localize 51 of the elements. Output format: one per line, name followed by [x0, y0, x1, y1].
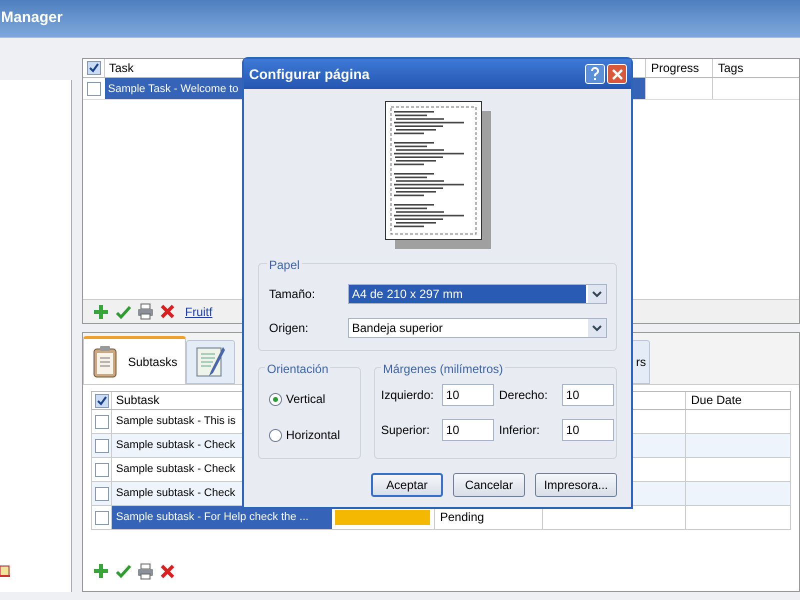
- link[interactable]: Fruitf: [185, 302, 212, 320]
- plus-icon: [93, 563, 109, 579]
- dialog-button[interactable]: Cancelar: [452, 473, 525, 497]
- field-label: Superior:: [381, 422, 431, 439]
- margin-field[interactable]: 10: [562, 384, 614, 406]
- field-label: Izquierdo:: [381, 387, 435, 404]
- calendar-icon: [0, 564, 10, 578]
- margin-field[interactable]: 10: [442, 384, 494, 406]
- size-dropdown[interactable]: A4 de 210 x 297 mm: [348, 284, 607, 304]
- help-button[interactable]: [585, 64, 605, 84]
- dialog-button[interactable]: Aceptar: [370, 473, 443, 497]
- column-header[interactable]: Progress: [645, 59, 712, 77]
- checkbox[interactable]: [94, 510, 108, 524]
- plus-icon: [93, 304, 109, 320]
- field-label: Origen:: [269, 320, 310, 337]
- table-cell[interactable]: Sample subtask - For Help check the ...: [112, 506, 332, 529]
- field-label: Inferior:: [499, 422, 541, 439]
- tab[interactable]: [186, 340, 236, 384]
- radio-option[interactable]: Vertical: [269, 390, 360, 408]
- checkbox[interactable]: [94, 486, 108, 500]
- checkbox[interactable]: [94, 414, 108, 428]
- dialog-title: Configurar página: [249, 64, 371, 84]
- delete-icon: [160, 304, 175, 319]
- check-icon: [115, 304, 131, 320]
- check-icon: [115, 563, 131, 579]
- window-title: Manager: [0, 8, 63, 28]
- checkbox[interactable]: [94, 394, 108, 408]
- delete-icon: [160, 564, 175, 578]
- dialog-button[interactable]: Impresora...: [534, 473, 617, 497]
- checkbox[interactable]: [94, 438, 108, 452]
- column-header[interactable]: Due Date: [685, 392, 790, 409]
- checkbox[interactable]: [94, 462, 108, 476]
- help-icon: [590, 67, 600, 81]
- column-header[interactable]: Tags: [712, 59, 799, 77]
- notepad-icon: [195, 345, 226, 379]
- check-icon: [96, 394, 108, 406]
- radio-option[interactable]: Horizontal: [269, 426, 360, 444]
- printer-icon: [137, 303, 154, 320]
- field-label: Derecho:: [499, 387, 549, 404]
- checkbox[interactable]: [87, 82, 101, 96]
- margin-field[interactable]: 10: [562, 419, 614, 441]
- close-button[interactable]: [607, 64, 627, 84]
- clipboard-icon: [92, 344, 118, 378]
- checkbox[interactable]: [86, 61, 100, 75]
- check-icon: [88, 62, 100, 74]
- close-icon: [612, 68, 622, 80]
- tab[interactable]: Subtasks: [83, 336, 186, 384]
- margin-field[interactable]: 10: [442, 419, 494, 441]
- printer-icon: [137, 562, 154, 580]
- source-dropdown[interactable]: Bandeja superior: [348, 318, 607, 338]
- field-label: Tamaño:: [269, 286, 316, 303]
